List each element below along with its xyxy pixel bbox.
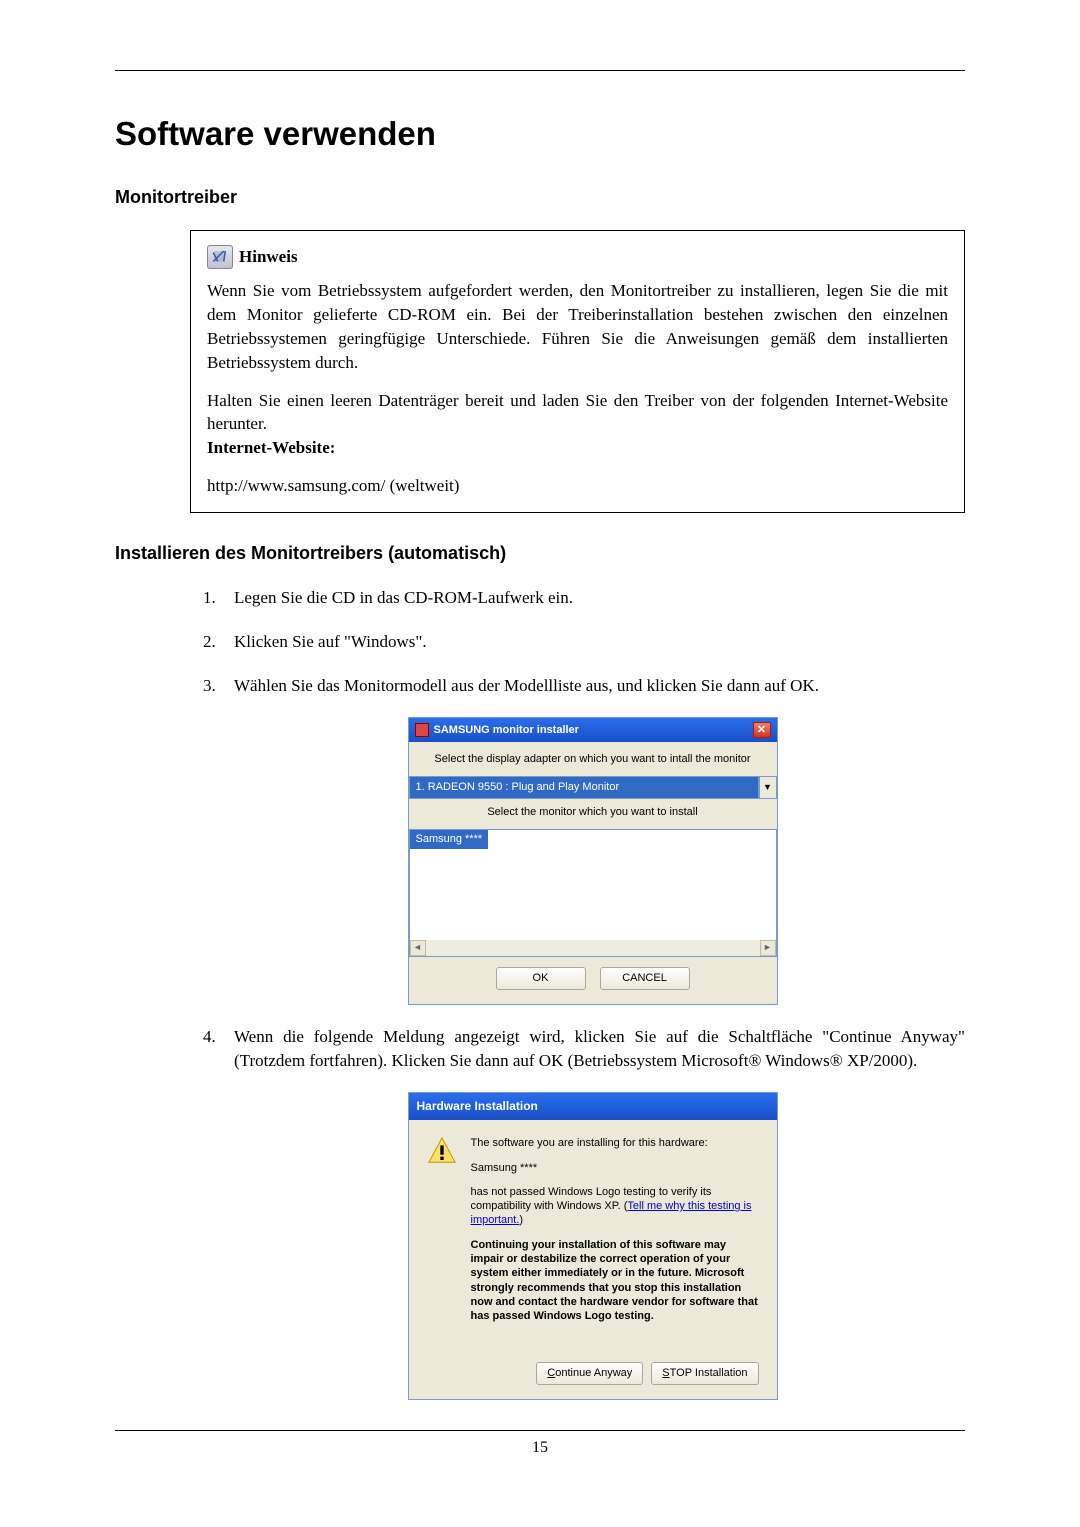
dialog1-label2: Select the monitor which you want to ins… — [423, 805, 763, 820]
section-heading-2: Installieren des Monitortreibers (automa… — [115, 541, 965, 566]
adapter-dropdown[interactable]: 1. RADEON 9550 : Plug and Play Monitor ▼ — [409, 776, 777, 799]
step-1: Legen Sie die CD in das CD-ROM-Laufwerk … — [220, 586, 965, 610]
monitor-list-item[interactable]: Samsung **** — [410, 830, 489, 849]
adapter-dropdown-value: 1. RADEON 9550 : Plug and Play Monitor — [409, 776, 759, 799]
close-icon[interactable]: ✕ — [753, 722, 771, 738]
cancel-button[interactable]: CANCEL — [600, 967, 690, 990]
ok-button[interactable]: OK — [496, 967, 586, 990]
continue-anyway-button[interactable]: Continue Anyway — [536, 1362, 643, 1385]
note-icon — [207, 245, 233, 269]
dialog2-p2: Samsung **** — [471, 1161, 759, 1175]
note-box: Hinweis Wenn Sie vom Betriebssystem aufg… — [190, 230, 965, 512]
dialog2-text: The software you are installing for this… — [471, 1136, 759, 1333]
step-3: Wählen Sie das Monitormodell aus der Mod… — [220, 674, 965, 698]
dialog1-title-icon — [415, 723, 429, 737]
page-footer: 15 — [115, 1430, 965, 1459]
dialog1-label1: Select the display adapter on which you … — [423, 752, 763, 767]
dialog2-p3: has not passed Windows Logo testing to v… — [471, 1185, 759, 1228]
page-title: Software verwenden — [115, 111, 965, 157]
hardware-installation-dialog: Hardware Installation The software you a… — [408, 1092, 778, 1399]
internet-label: Internet-Website: — [207, 438, 335, 457]
warning-icon — [427, 1136, 457, 1166]
scroll-right-icon[interactable]: ► — [760, 940, 776, 956]
dialog1-title: SAMSUNG monitor installer — [434, 723, 579, 738]
note-header: Hinweis — [207, 245, 948, 269]
note-paragraph-1: Wenn Sie vom Betriebssystem aufgefordert… — [207, 279, 948, 374]
horizontal-scrollbar[interactable]: ◄ ► — [410, 940, 776, 956]
dialog1-titlebar: SAMSUNG monitor installer ✕ — [409, 718, 777, 742]
samsung-installer-dialog: SAMSUNG monitor installer ✕ Select the d… — [408, 717, 778, 1005]
monitor-listbox[interactable]: Samsung **** ◄ ► — [409, 829, 777, 957]
dialog2-p1: The software you are installing for this… — [471, 1136, 759, 1150]
scroll-left-icon[interactable]: ◄ — [410, 940, 426, 956]
step-4: Wenn die folgende Meldung angezeigt wird… — [220, 1025, 965, 1073]
note-url: http://www.samsung.com/ (weltweit) — [207, 474, 948, 498]
note-title: Hinweis — [239, 245, 298, 269]
top-rule — [115, 70, 965, 71]
dialog2-wrap: Hardware Installation The software you a… — [220, 1092, 965, 1399]
section-heading-1: Monitortreiber — [115, 185, 965, 210]
dialog2-p4: Continuing your installation of this sof… — [471, 1238, 759, 1324]
dialog2-titlebar: Hardware Installation — [409, 1093, 777, 1120]
stop-installation-button[interactable]: STOP Installation — [651, 1362, 758, 1385]
chevron-down-icon[interactable]: ▼ — [759, 776, 777, 799]
dialog1-wrap: SAMSUNG monitor installer ✕ Select the d… — [220, 717, 965, 1005]
page-number: 15 — [532, 1439, 548, 1456]
note-paragraph-2: Halten Sie einen leeren Datenträger bere… — [207, 389, 948, 460]
step-2: Klicken Sie auf "Windows". — [220, 630, 965, 654]
step-list: Legen Sie die CD in das CD-ROM-Laufwerk … — [190, 586, 965, 1400]
scroll-track[interactable] — [426, 940, 760, 956]
